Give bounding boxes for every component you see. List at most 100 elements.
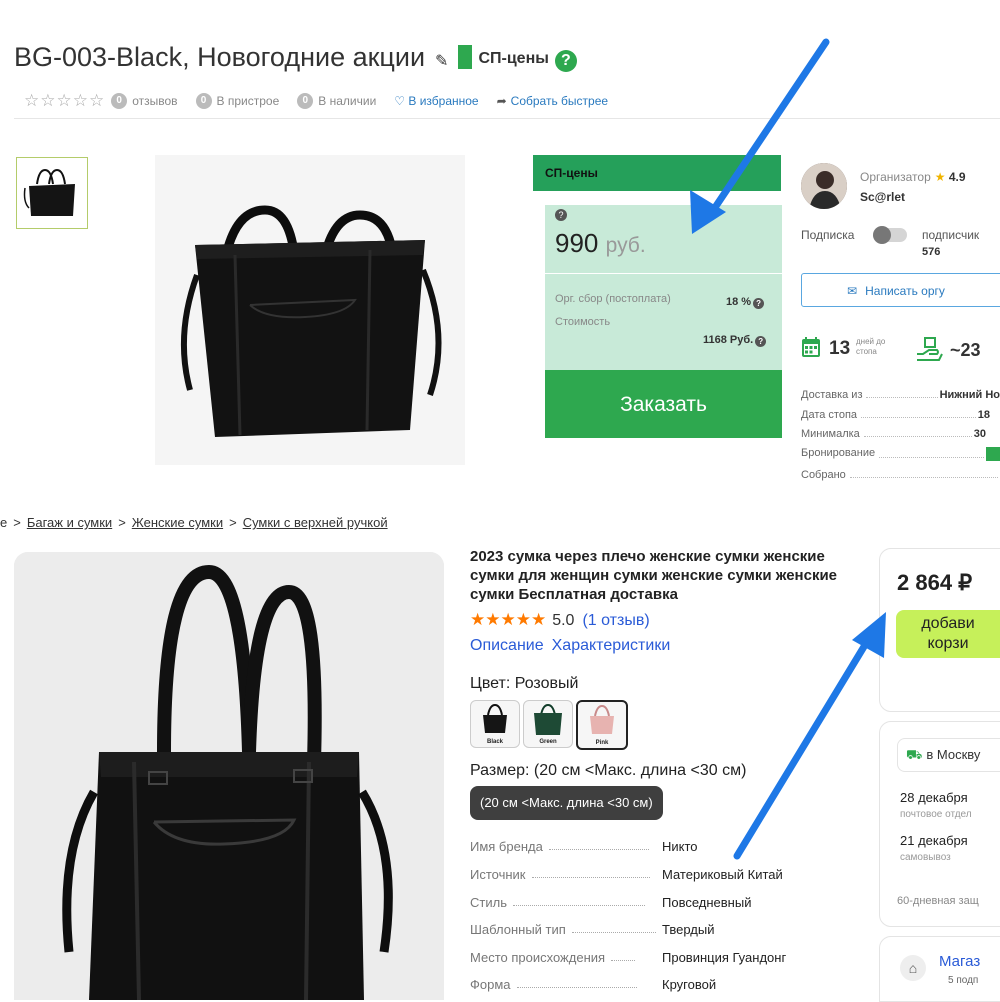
delivery-city: в Москву [926,747,981,762]
size-label: Размер: (20 см <Макс. длина <30 см) [470,762,747,779]
spec-value: Круговой [662,977,717,992]
swatch-caption: Black [486,739,503,745]
spec-value: Никто [662,839,698,854]
tab-specs[interactable]: Характеристики [552,637,671,654]
color-swatch-green[interactable]: Green [523,700,573,748]
write-organizer-button[interactable]: ✉ Написать оргу [801,273,1000,307]
listing-title: BG-003-Black, Новогодние акции ✎ СП-цены? [14,42,577,73]
organizer-photo [801,163,847,209]
order-button[interactable]: Заказать [545,370,782,438]
organizer-rating: 4.9 [948,170,966,184]
spec-value: Материковый Китай [662,867,783,882]
cart-label-line2: корзи [927,635,969,652]
delivery-city-selector[interactable]: ⛟ в Москву [897,738,1000,772]
listing-title-text: BG-003-Black, Новогодние акции [14,42,426,72]
spec-key: Форма [470,977,511,992]
days-to-stop: 13 [829,338,851,359]
black-bag-image [155,155,465,465]
truck-icon: ⛟ [906,747,923,762]
product-thumbnail[interactable] [16,157,88,229]
price-amount: 990 [555,228,599,258]
attached-count[interactable]: 0 В пристрое [195,93,280,109]
buyer-protection[interactable]: 60-дневная защ [897,895,979,907]
swatch-caption: Pink [595,740,609,746]
cost-help-icon[interactable]: ? [755,336,767,347]
calendar-icon [802,337,820,357]
approx-days: ~23 [950,340,981,360]
black-bag-swatch-image [483,703,507,733]
info-row-label: Минималка [801,428,860,440]
spec-value: Повседневный [662,895,752,910]
spec-key: Имя бренда [470,839,543,854]
product-tabs: Описание Характеристики [470,637,678,655]
shop-name[interactable]: Магаз [939,953,980,970]
black-bag-large-image [14,552,444,1000]
divider [14,118,1000,119]
spec-value: Твердый [662,922,715,937]
color-label: Цвет: Розовый [470,675,579,692]
reviews-link[interactable]: (1 отзыв) [582,612,649,629]
write-organizer-label: Написать оргу [865,284,945,298]
subscribers-label: подписчик [922,228,980,242]
edit-pencil-icon[interactable]: ✎ [435,53,448,70]
delivery-option-date[interactable]: 21 декабря [900,833,968,848]
spec-row: Шаблонный тип Твердый [470,922,800,937]
cost-value: 1168 Руб.? [703,334,767,347]
spec-value: Провинция Гуандонг [662,950,787,965]
size-option-selected[interactable]: (20 см <Макс. длина <30 см) [470,786,663,820]
cart-label-line1: добави [921,615,975,632]
info-row-label: Дата стопа [801,409,858,421]
marketplace-price: 2 864 ₽ [897,570,973,595]
breadcrumb-item[interactable]: Багаж и сумки [27,515,112,530]
fee-help-icon[interactable]: ? [753,298,765,309]
shop-subscribers: 5 подп [948,975,979,986]
subscribe-toggle[interactable] [873,226,907,244]
info-row-stop-date: Дата стопа 18 [801,409,1000,421]
rating-stars-icon[interactable]: ☆☆☆☆☆ [24,91,105,111]
product-title: 2023 сумка через плечо женские сумки жен… [470,548,838,603]
price-currency: руб. [605,234,646,257]
rating-value: 5.0 [552,612,575,629]
organizer-label: Организатор ★ 4.9 [860,170,966,184]
spec-key: Источник [470,867,526,882]
info-row-label: Доставка из [801,389,863,401]
store-icon: ⌂ [900,955,926,981]
help-icon[interactable]: ? [554,50,577,72]
rating-stars-icon: ★★★★★ [470,610,547,629]
days-label-line2: стопа [856,347,877,356]
breadcrumb-item[interactable]: Сумки с верхней ручкой [243,515,388,530]
product-main-image[interactable] [155,155,465,465]
spec-key: Место происхождения [470,950,606,965]
organizer-name[interactable]: Sc@rlet [860,190,905,204]
spec-key: Стиль [470,895,507,910]
quick-collect-link[interactable]: ➦ Собрать быстрее [497,94,608,108]
info-row-value: Нижний Но [939,389,1000,401]
price-card-divider [545,273,782,274]
tab-description[interactable]: Описание [470,637,544,654]
stock-count-badge: 0 [297,93,314,109]
product-rating: ★★★★★ 5.0 (1 отзыв) [470,610,650,630]
organizer-label-text: Организатор [860,170,931,184]
color-swatch-pink[interactable]: Pink [576,700,628,750]
price-help-icon[interactable]: ? [555,209,567,221]
breadcrumb: е > Багаж и сумки > Женские сумки > Сумки с ве… [0,515,388,530]
breadcrumb-first[interactable]: е [0,515,7,530]
stock-count[interactable]: 0 В наличии [297,93,376,109]
reviews-count[interactable]: 0 отзывов [111,93,178,109]
org-fee-value: 18 %? [726,296,765,309]
org-fee-percent: 18 % [726,296,752,308]
info-row-booking: Бронирование [801,447,1000,461]
add-to-cart-button[interactable]: добави корзи [896,610,1000,658]
product-gallery-image[interactable] [14,552,444,1000]
listing-meta-bar: ☆☆☆☆☆ 0 отзывов 0 В пристрое 0 В наличии… [24,91,626,111]
cost-label: Стоимость [555,316,611,328]
price-card-header: СП-цены [533,155,781,191]
organizer-avatar[interactable] [801,163,847,209]
pink-bag-swatch-image [590,704,614,734]
delivery-option-date[interactable]: 28 декабря [900,790,968,805]
breadcrumb-item[interactable]: Женские сумки [132,515,223,530]
attached-label: В пристрое [216,94,280,108]
star-icon: ★ [934,170,946,184]
color-swatch-black[interactable]: Black [470,700,520,748]
favorite-link[interactable]: ♡ В избранное [394,94,478,108]
